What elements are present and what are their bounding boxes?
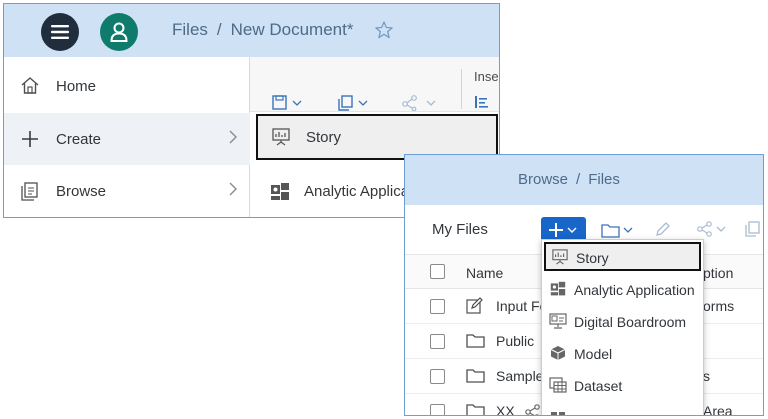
story-icon (552, 249, 568, 265)
insert-label: Inse (474, 69, 499, 84)
row-checkbox[interactable] (430, 369, 445, 384)
menu-item-dataset-label: Dataset (574, 378, 623, 394)
pencil-icon (466, 297, 483, 314)
share-icon (525, 404, 540, 415)
file-name[interactable]: XX (496, 403, 515, 415)
menu-item-digital-boardroom[interactable]: Digital Boardroom (542, 306, 703, 338)
menu-item-story[interactable]: Story (544, 242, 701, 271)
shell-bar: Browse / Files (405, 155, 763, 205)
share-icon[interactable] (697, 221, 731, 237)
breadcrumb-separator: / (216, 20, 222, 39)
submenu-item-story-label: Story (306, 129, 342, 146)
copy-icon[interactable] (338, 95, 372, 111)
file-name[interactable]: Sample (496, 368, 543, 384)
menu-item-story-label: Story (576, 250, 609, 266)
breadcrumb-current: Files (588, 171, 620, 188)
analytic-application-icon (550, 281, 566, 296)
nav-item-home[interactable]: Home (4, 60, 250, 112)
user-icon (110, 22, 128, 42)
chevron-right-icon (229, 182, 237, 196)
breadcrumb-separator: / (576, 171, 581, 188)
analytic-application-icon (271, 183, 289, 200)
nav-item-create-label: Create (56, 130, 102, 148)
hamburger-menu-button[interactable] (41, 13, 79, 51)
menu-item-digital-boardroom-label: Digital Boardroom (574, 314, 687, 330)
document-toolbar (250, 57, 499, 112)
shell-bar: Files / New Document* (4, 4, 499, 57)
share-icon[interactable] (402, 95, 440, 111)
file-description: s (703, 368, 710, 384)
dataset-icon (549, 377, 567, 393)
browse-icon (21, 182, 38, 201)
digital-boardroom-icon (549, 313, 567, 329)
toolbar-divider (461, 69, 462, 109)
star-icon[interactable] (374, 20, 394, 40)
analytic-application-icon (551, 412, 565, 415)
hamburger-icon (51, 25, 69, 39)
folder-icon[interactable] (601, 222, 635, 238)
text-align-icon[interactable] (475, 96, 489, 108)
menu-item-dataset[interactable]: Dataset (542, 370, 703, 402)
breadcrumb-current: New Document* (230, 20, 354, 39)
select-all-checkbox[interactable] (430, 264, 445, 279)
menu-item-analytic-application-label: Analytic Application (574, 282, 695, 298)
add-dropdown-menu: Story Analytic Application Digital Board… (541, 239, 704, 415)
user-avatar[interactable] (100, 13, 138, 51)
page-title: My Files (432, 221, 488, 238)
file-name[interactable]: Input Fo (496, 298, 547, 314)
folder-icon (466, 369, 485, 383)
breadcrumb: Files / New Document* (172, 20, 353, 40)
home-icon (21, 77, 39, 94)
model-icon (550, 346, 566, 360)
breadcrumb-browse[interactable]: Browse (518, 171, 568, 188)
nav-item-browse[interactable]: Browse (4, 165, 250, 217)
plus-icon (22, 131, 38, 147)
row-checkbox[interactable] (430, 404, 445, 415)
menu-item-analytic-application[interactable]: Analytic Application (542, 274, 703, 306)
nav-item-browse-label: Browse (56, 182, 107, 200)
side-navigation: Home Create Browse (4, 57, 250, 217)
menu-item-model-label: Model (574, 346, 613, 362)
folder-icon (466, 404, 485, 415)
chevron-right-icon (229, 130, 237, 144)
folder-icon (466, 334, 485, 348)
browse-files-panel: Browse / Files My Files Name ption Input… (404, 154, 764, 416)
nav-item-create[interactable]: Create (4, 113, 250, 165)
plus-icon (548, 223, 576, 237)
row-checkbox[interactable] (430, 334, 445, 349)
file-name[interactable]: Public (496, 333, 534, 349)
breadcrumb: Browse / Files (518, 171, 620, 188)
nav-item-home-label: Home (56, 77, 97, 95)
column-header-description[interactable]: ption (703, 265, 733, 281)
file-description: orms (703, 298, 735, 314)
pencil-icon[interactable] (655, 221, 671, 237)
column-header-name[interactable]: Name (466, 265, 503, 281)
story-icon (272, 128, 290, 146)
save-icon[interactable] (272, 95, 306, 111)
row-checkbox[interactable] (430, 299, 445, 314)
copy-icon[interactable] (745, 221, 761, 237)
breadcrumb-files[interactable]: Files (172, 20, 208, 39)
menu-item-model[interactable]: Model (542, 338, 703, 370)
menu-item-partial[interactable] (542, 402, 703, 415)
file-description: Area (703, 403, 733, 416)
